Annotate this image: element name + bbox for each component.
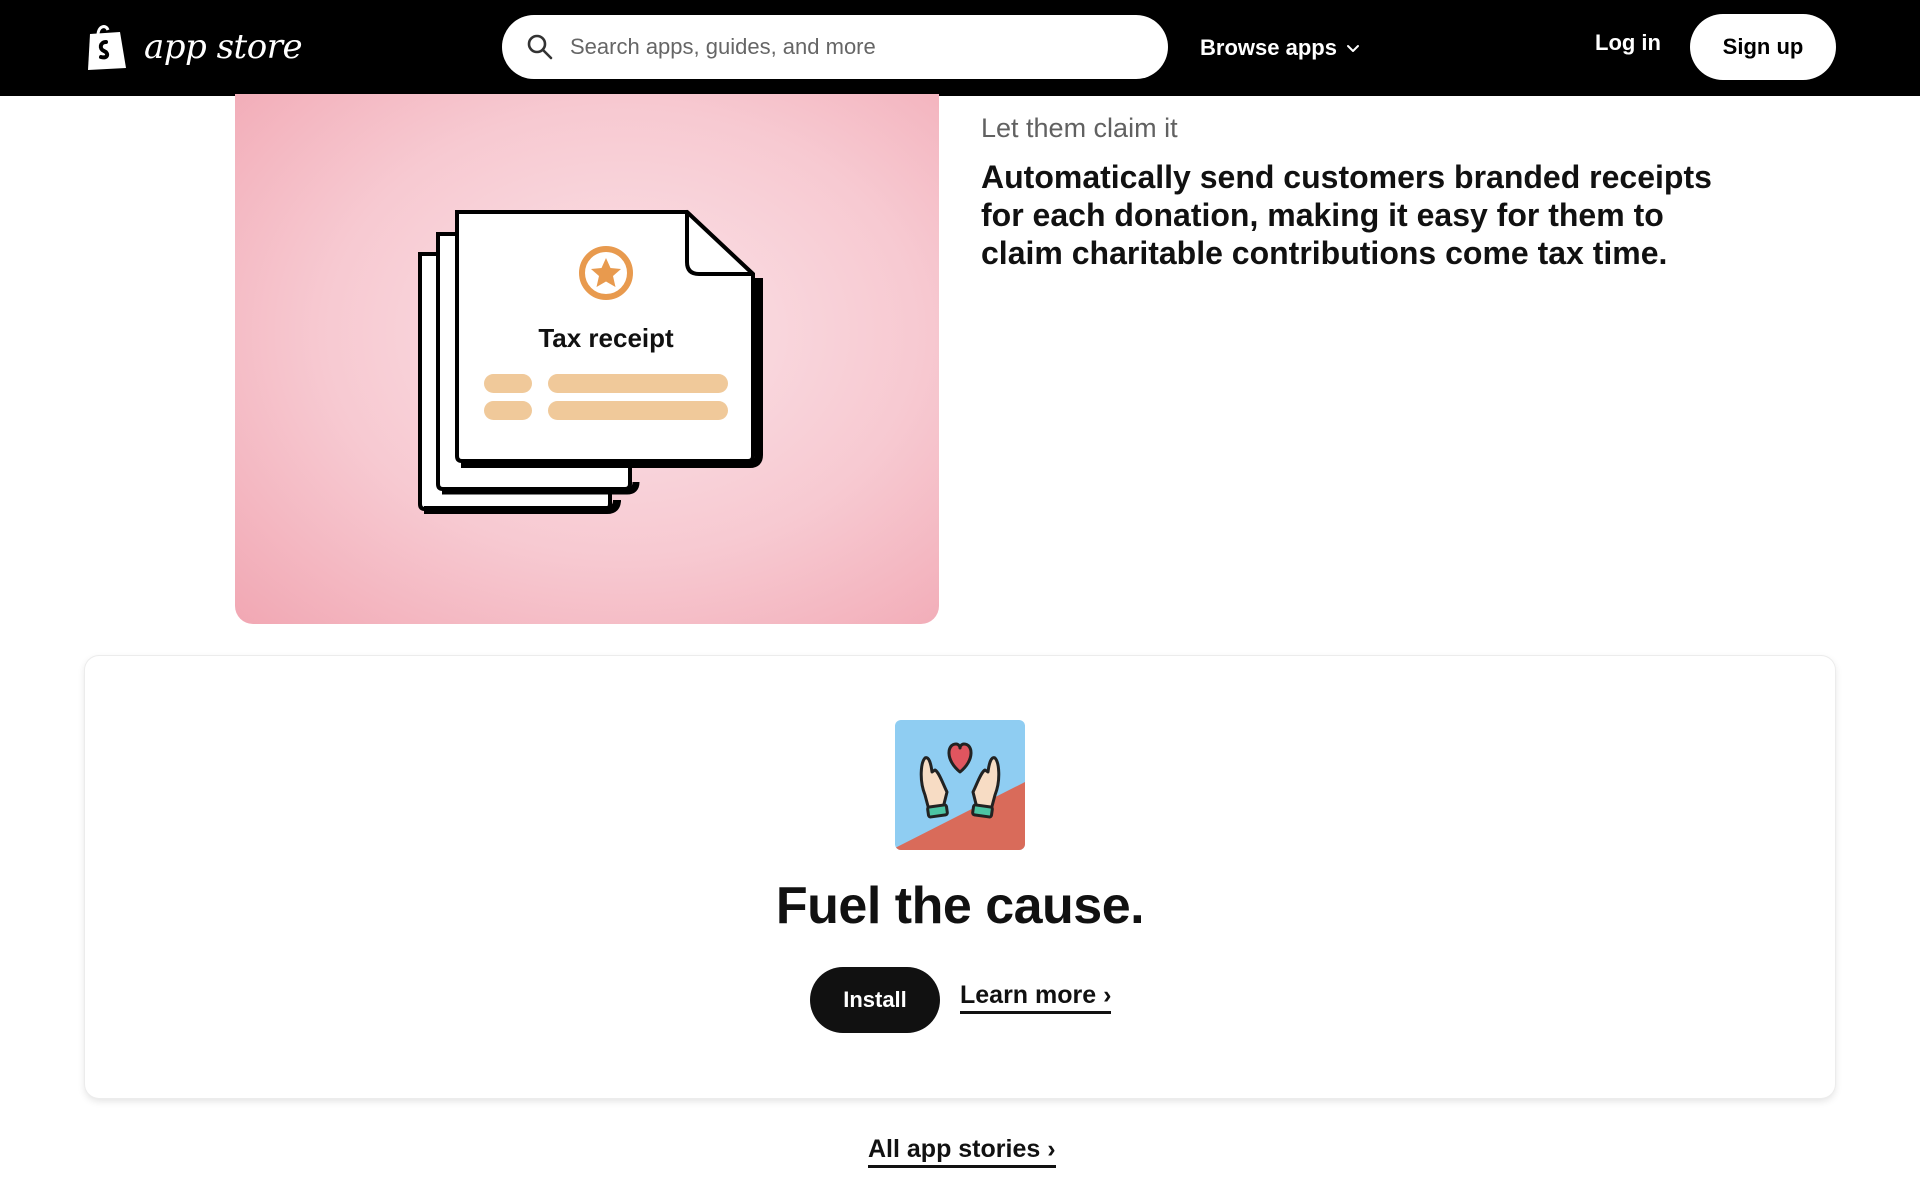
browse-apps-menu[interactable]: Browse apps: [1200, 28, 1361, 68]
chevron-down-icon: [1346, 45, 1359, 52]
receipt-title: Tax receipt: [538, 323, 674, 353]
login-link[interactable]: Log in: [1595, 30, 1661, 56]
feature-eyebrow: Let them claim it: [981, 113, 1178, 143]
install-cta-card: Fuel the cause. Install Learn more ›: [85, 656, 1835, 1098]
learn-more-link[interactable]: Learn more ›: [960, 981, 1112, 1014]
all-app-stories-link[interactable]: All app stories ›: [868, 1135, 1056, 1168]
tax-receipt-illustration: Tax receipt: [235, 94, 939, 624]
signup-button[interactable]: Sign up: [1690, 14, 1836, 80]
browse-apps-label: Browse apps: [1200, 35, 1337, 60]
search-bar[interactable]: [502, 15, 1168, 79]
install-button[interactable]: Install: [810, 967, 940, 1033]
logo-text: app store: [144, 27, 303, 67]
top-nav: app store Browse apps Log in Sign up: [0, 0, 1920, 96]
shopify-bag-icon: [88, 25, 126, 70]
search-icon: [527, 34, 553, 60]
cta-title: Fuel the cause.: [775, 877, 1145, 935]
receipt-stack-graphic: Tax receipt: [418, 210, 763, 514]
hands-heart-icon: [895, 720, 1025, 850]
feature-heading: Automatically send customers branded rec…: [981, 159, 1712, 271]
search-input[interactable]: [570, 34, 1130, 60]
app-store-logo[interactable]: app store: [84, 22, 303, 72]
app-icon: [895, 720, 1025, 850]
